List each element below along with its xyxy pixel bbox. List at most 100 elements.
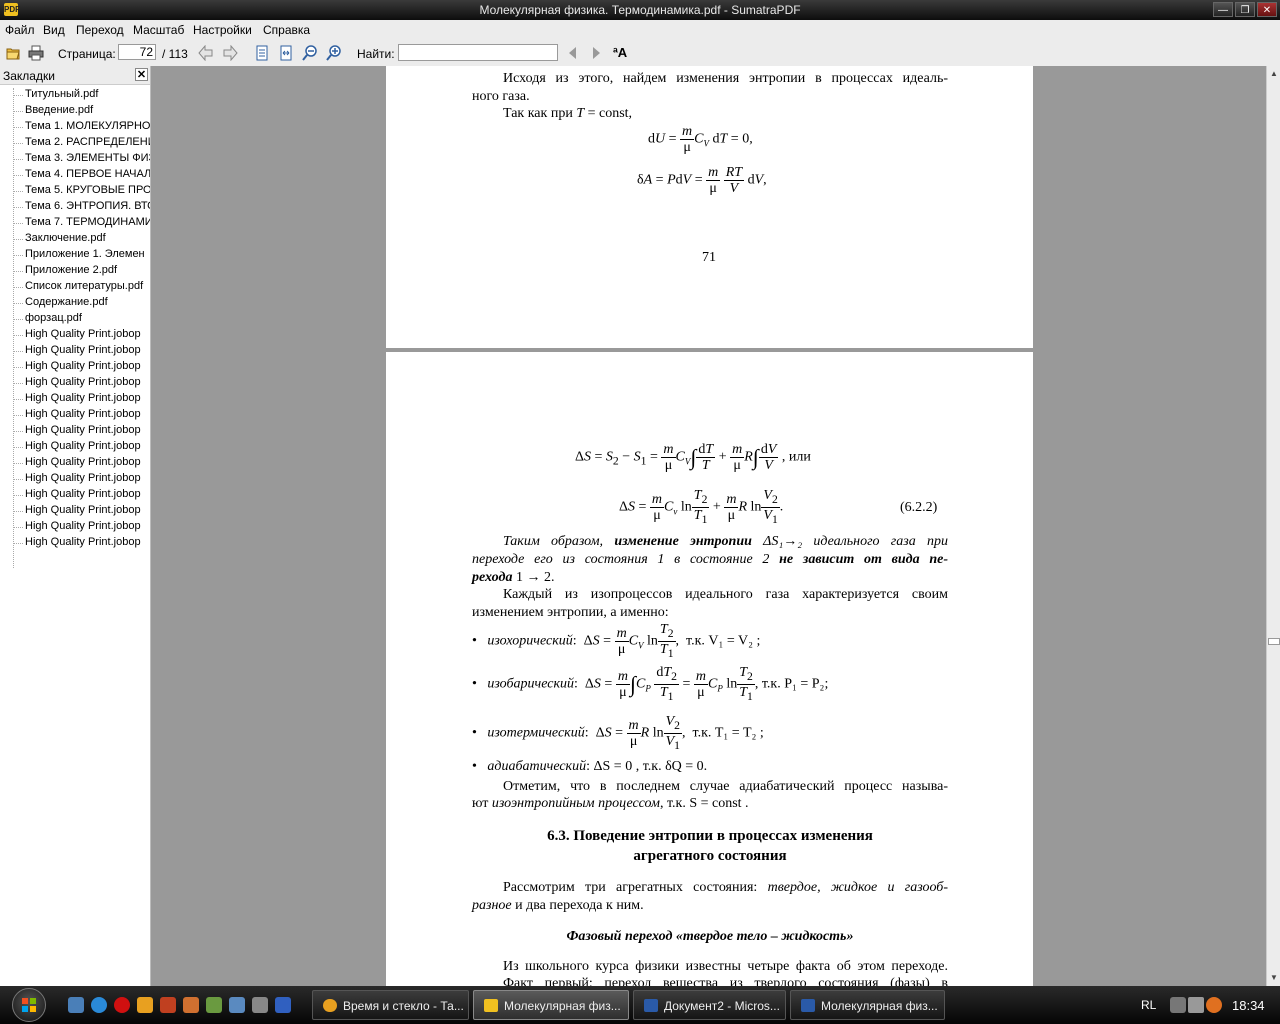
menu-view[interactable]: Вид xyxy=(43,23,65,37)
tree-connector xyxy=(13,127,23,128)
text-line: разное и два перехода к ним. xyxy=(472,898,644,913)
quicklaunch-app-icon[interactable] xyxy=(229,997,245,1013)
task-button[interactable]: Время и стекло - Та... xyxy=(312,990,469,1020)
vertical-scrollbar[interactable]: ▲ ▼ xyxy=(1266,66,1280,986)
tree-connector xyxy=(13,159,23,160)
bookmark-item[interactable]: Содержание.pdf xyxy=(25,296,108,309)
bookmark-item[interactable]: Титульный.pdf xyxy=(25,88,98,101)
zoom-in-icon[interactable] xyxy=(326,45,342,61)
quicklaunch-app-icon[interactable] xyxy=(252,997,268,1013)
bookmark-item[interactable]: High Quality Print.jobop xyxy=(25,376,141,389)
bookmark-item[interactable]: High Quality Print.jobop xyxy=(25,536,141,549)
quicklaunch-app-icon[interactable] xyxy=(206,997,222,1013)
text-line: ют изоэнтропийным процессом, т.к. S = co… xyxy=(472,796,749,811)
tree-connector xyxy=(13,303,23,304)
prev-page-icon[interactable] xyxy=(198,45,214,61)
menu-help[interactable]: Справка xyxy=(263,23,310,37)
tree-connector xyxy=(13,95,23,96)
equation-du: dU = m μ CV dT = 0, xyxy=(648,124,753,155)
tree-connector xyxy=(13,207,23,208)
aimp-icon[interactable] xyxy=(137,997,153,1013)
bookmark-item[interactable]: High Quality Print.jobop xyxy=(25,408,141,421)
bookmark-item[interactable]: Тема 3. ЭЛЕМЕНТЫ ФИЗИ xyxy=(25,152,150,165)
task-button[interactable]: Молекулярная физ... xyxy=(790,990,945,1020)
bookmark-item[interactable]: Тема 5. КРУГОВЫЕ ПРО xyxy=(25,184,150,197)
tray-app-icon[interactable] xyxy=(1206,997,1222,1013)
find-next-icon[interactable] xyxy=(588,45,604,61)
internet-explorer-icon[interactable] xyxy=(91,997,107,1013)
scrollbar-thumb[interactable] xyxy=(1268,638,1280,645)
scroll-up-icon[interactable]: ▲ xyxy=(1268,68,1280,80)
quicklaunch-app-icon[interactable] xyxy=(275,997,291,1013)
bookmark-item[interactable]: Заключение.pdf xyxy=(25,232,106,245)
close-bookmarks-icon[interactable]: ✕ xyxy=(135,68,148,81)
menu-settings[interactable]: Настройки xyxy=(193,23,252,37)
tree-connector xyxy=(13,111,23,112)
quicklaunch-app-icon[interactable] xyxy=(160,997,176,1013)
match-case-icon[interactable]: ªA xyxy=(613,45,627,60)
bookmark-item[interactable]: High Quality Print.jobop xyxy=(25,456,141,469)
volume-icon[interactable] xyxy=(1188,997,1204,1013)
menu-go[interactable]: Переход xyxy=(76,23,124,37)
bookmark-item[interactable]: Список литературы.pdf xyxy=(25,280,143,293)
bookmark-item[interactable]: High Quality Print.jobop xyxy=(25,440,141,453)
fit-width-icon[interactable] xyxy=(278,45,294,61)
bookmark-item[interactable]: High Quality Print.jobop xyxy=(25,392,141,405)
bookmark-item[interactable]: High Quality Print.jobop xyxy=(25,424,141,437)
task-button[interactable]: Документ2 - Micros... xyxy=(633,990,786,1020)
bookmark-item[interactable]: Тема 6. ЭНТРОПИЯ. ВТО xyxy=(25,200,150,213)
tree-line xyxy=(13,88,14,568)
text-line: Так как при T = const, xyxy=(503,106,633,121)
bookmark-item[interactable]: Приложение 1. Элемен xyxy=(25,248,145,261)
tree-connector xyxy=(13,335,23,336)
page-total: / 113 xyxy=(162,47,188,61)
close-button[interactable]: ✕ xyxy=(1257,2,1277,17)
bookmark-item[interactable]: High Quality Print.jobop xyxy=(25,520,141,533)
opera-icon[interactable] xyxy=(114,997,130,1013)
bookmark-item[interactable]: Тема 2. РАСПРЕДЕЛЕНИ xyxy=(25,136,150,149)
task-button-active[interactable]: Молекулярная физ... xyxy=(473,990,629,1020)
quicklaunch-app-icon[interactable] xyxy=(183,997,199,1013)
page-number-input[interactable] xyxy=(118,44,156,60)
page-number: 71 xyxy=(702,250,716,265)
network-icon[interactable] xyxy=(1170,997,1186,1013)
clock[interactable]: 18:34 xyxy=(1232,998,1265,1013)
find-prev-icon[interactable] xyxy=(565,45,581,61)
word-icon xyxy=(644,999,658,1012)
bookmark-item[interactable]: Тема 7. ТЕРМОДИНАМИ xyxy=(25,216,150,229)
bookmark-item[interactable]: High Quality Print.jobop xyxy=(25,488,141,501)
menu-file[interactable]: Файл xyxy=(5,23,35,37)
scroll-down-icon[interactable]: ▼ xyxy=(1268,972,1280,984)
bookmark-item[interactable]: High Quality Print.jobop xyxy=(25,344,141,357)
fit-page-icon[interactable] xyxy=(254,45,270,61)
text-line: Рассмотрим три агрегатных состояния: тве… xyxy=(503,880,948,895)
bookmark-item[interactable]: High Quality Print.jobop xyxy=(25,472,141,485)
bookmarks-title: Закладки xyxy=(3,69,55,83)
bookmark-item[interactable]: High Quality Print.jobop xyxy=(25,360,141,373)
bookmark-item[interactable]: Тема 1. МОЛЕКУЛЯРНО- xyxy=(25,120,150,133)
maximize-button[interactable]: ❐ xyxy=(1235,2,1255,17)
open-file-icon[interactable] xyxy=(5,45,21,61)
text-line: Каждый из изопроцессов идеального газа х… xyxy=(503,587,948,602)
bookmark-item[interactable]: Приложение 2.pdf xyxy=(25,264,117,277)
menu-zoom[interactable]: Масштаб xyxy=(133,23,184,37)
bookmark-item[interactable]: Тема 4. ПЕРВОЕ НАЧАЛО xyxy=(25,168,150,181)
text-line: ного газа. xyxy=(472,89,530,104)
zoom-out-icon[interactable] xyxy=(302,45,318,61)
show-desktop-icon[interactable] xyxy=(68,997,84,1013)
tree-connector xyxy=(13,271,23,272)
print-icon[interactable] xyxy=(28,45,44,61)
start-button[interactable] xyxy=(12,988,46,1022)
bookmark-item[interactable]: форзац.pdf xyxy=(25,312,82,325)
next-page-icon[interactable] xyxy=(222,45,238,61)
bookmark-item[interactable]: High Quality Print.jobop xyxy=(25,328,141,341)
tree-connector xyxy=(13,351,23,352)
bookmark-item[interactable]: Введение.pdf xyxy=(25,104,93,117)
find-input[interactable] xyxy=(398,44,558,61)
bookmark-item[interactable]: High Quality Print.jobop xyxy=(25,504,141,517)
document-viewer[interactable]: Исходя из этого, найдем изменения энтроп… xyxy=(151,66,1266,986)
language-indicator[interactable]: RL xyxy=(1141,998,1156,1012)
tree-connector xyxy=(13,479,23,480)
minimize-button[interactable]: — xyxy=(1213,2,1233,17)
window-title: Молекулярная физика. Термодинамика.pdf -… xyxy=(479,3,801,17)
